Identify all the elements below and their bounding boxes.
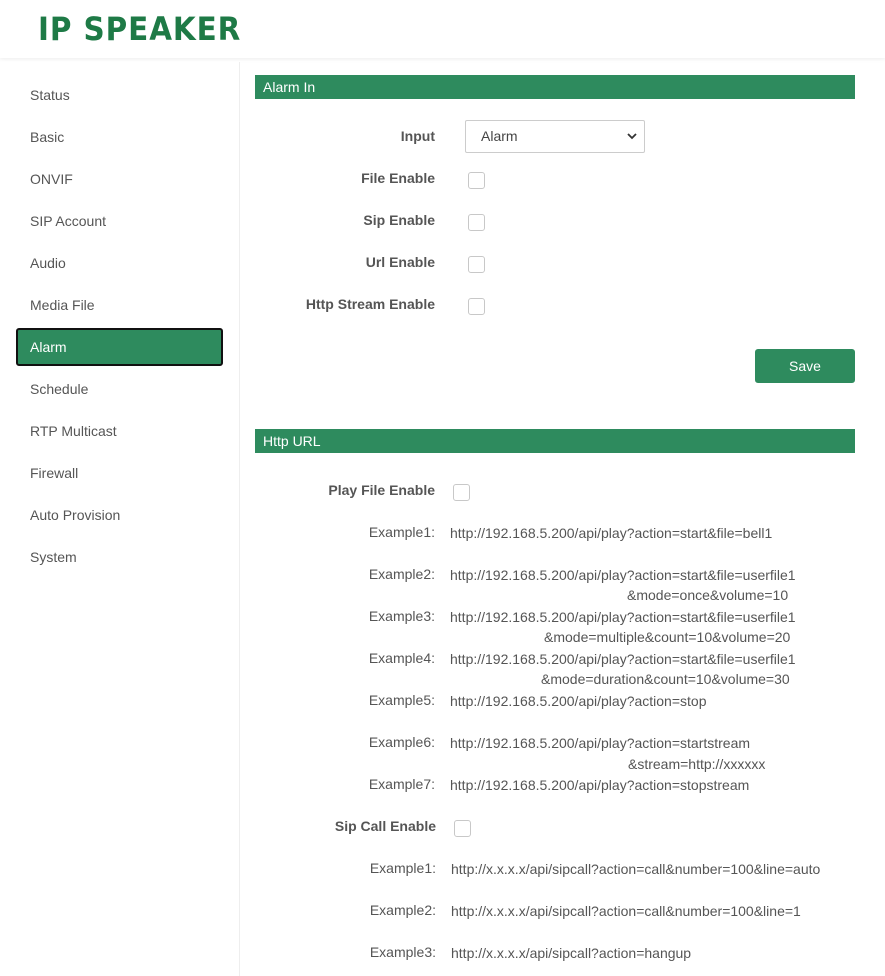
- play-example-url: http://192.168.5.200/api/play?action=sta…: [450, 651, 796, 667]
- sidebar-item-onvif[interactable]: ONVIF: [16, 160, 223, 198]
- save-button[interactable]: Save: [755, 349, 855, 383]
- play-example-url-cont: &mode=duration&count=10&volume=30: [541, 671, 790, 687]
- sip-example-label: Example3:: [369, 944, 436, 960]
- sidebar-item-rtp-multicast[interactable]: RTP Multicast: [16, 412, 223, 450]
- input-label: Input: [400, 128, 435, 144]
- sip-example-label: Example1:: [369, 860, 436, 876]
- sidebar-item-basic[interactable]: Basic: [16, 118, 223, 156]
- header: IP SPEAKER: [0, 0, 885, 58]
- sidebar-item-audio[interactable]: Audio: [16, 244, 223, 282]
- http-url-section-header: Http URL: [255, 429, 855, 453]
- play-example-url: http://192.168.5.200/api/play?action=sto…: [450, 777, 750, 793]
- play-example-label: Example4:: [368, 650, 435, 666]
- play-example-url: http://192.168.5.200/api/play?action=sta…: [450, 525, 773, 541]
- play-example-url: http://192.168.5.200/api/play?action=sta…: [450, 567, 796, 583]
- sidebar-item-auto-provision[interactable]: Auto Provision: [16, 496, 223, 534]
- sidebar-item-system[interactable]: System: [16, 538, 223, 576]
- sidebar-item-schedule[interactable]: Schedule: [16, 370, 223, 408]
- url-enable-checkbox[interactable]: [468, 256, 485, 273]
- logo: IP SPEAKER: [38, 10, 242, 48]
- sidebar-item-alarm[interactable]: Alarm: [16, 328, 223, 366]
- sip-call-enable-checkbox[interactable]: [454, 820, 471, 837]
- input-select-value: Alarm: [481, 128, 518, 144]
- http-stream-enable-checkbox[interactable]: [468, 298, 485, 315]
- file-enable-label: File Enable: [361, 170, 435, 186]
- sip-example-url: http://x.x.x.x/api/sipcall?action=call&n…: [451, 861, 821, 877]
- sidebar-item-status[interactable]: Status: [16, 76, 223, 114]
- play-example-url: http://192.168.5.200/api/play?action=sta…: [450, 735, 751, 751]
- play-example-label: Example3:: [368, 608, 435, 624]
- alarm-in-section-header: Alarm In: [255, 75, 855, 99]
- http-stream-enable-label: Http Stream Enable: [305, 296, 435, 312]
- file-enable-checkbox[interactable]: [468, 172, 485, 189]
- play-example-url-cont: &mode=multiple&count=10&volume=20: [544, 629, 791, 645]
- sip-enable-checkbox[interactable]: [468, 214, 485, 231]
- play-file-enable-checkbox[interactable]: [453, 484, 470, 501]
- input-select[interactable]: Alarm: [465, 120, 645, 153]
- sidebar-item-firewall[interactable]: Firewall: [16, 454, 223, 492]
- sidebar-item-sip-account[interactable]: SIP Account: [16, 202, 223, 240]
- sip-enable-label: Sip Enable: [363, 212, 435, 228]
- play-example-label: Example2:: [368, 566, 435, 582]
- chevron-down-icon: [627, 133, 637, 140]
- sidebar-item-media-file[interactable]: Media File: [16, 286, 223, 324]
- sip-example-url: http://x.x.x.x/api/sipcall?action=hangup: [451, 945, 692, 961]
- play-example-url-cont: &stream=http://xxxxxx: [628, 756, 766, 772]
- sip-example-url: http://x.x.x.x/api/sipcall?action=call&n…: [451, 903, 801, 919]
- play-example-label: Example7:: [368, 776, 435, 792]
- play-file-enable-label: Play File Enable: [328, 482, 435, 498]
- sip-call-enable-label: Sip Call Enable: [334, 818, 436, 834]
- play-example-label: Example6:: [368, 734, 435, 750]
- url-enable-label: Url Enable: [365, 254, 435, 270]
- play-example-url-cont: &mode=once&volume=10: [627, 587, 789, 603]
- play-example-label: Example5:: [368, 692, 435, 708]
- sip-example-label: Example2:: [369, 902, 436, 918]
- play-example-url: http://192.168.5.200/api/play?action=sto…: [450, 693, 707, 709]
- play-example-label: Example1:: [368, 524, 435, 540]
- sidebar: Status Basic ONVIF SIP Account Audio Med…: [0, 62, 240, 976]
- play-example-url: http://192.168.5.200/api/play?action=sta…: [450, 609, 796, 625]
